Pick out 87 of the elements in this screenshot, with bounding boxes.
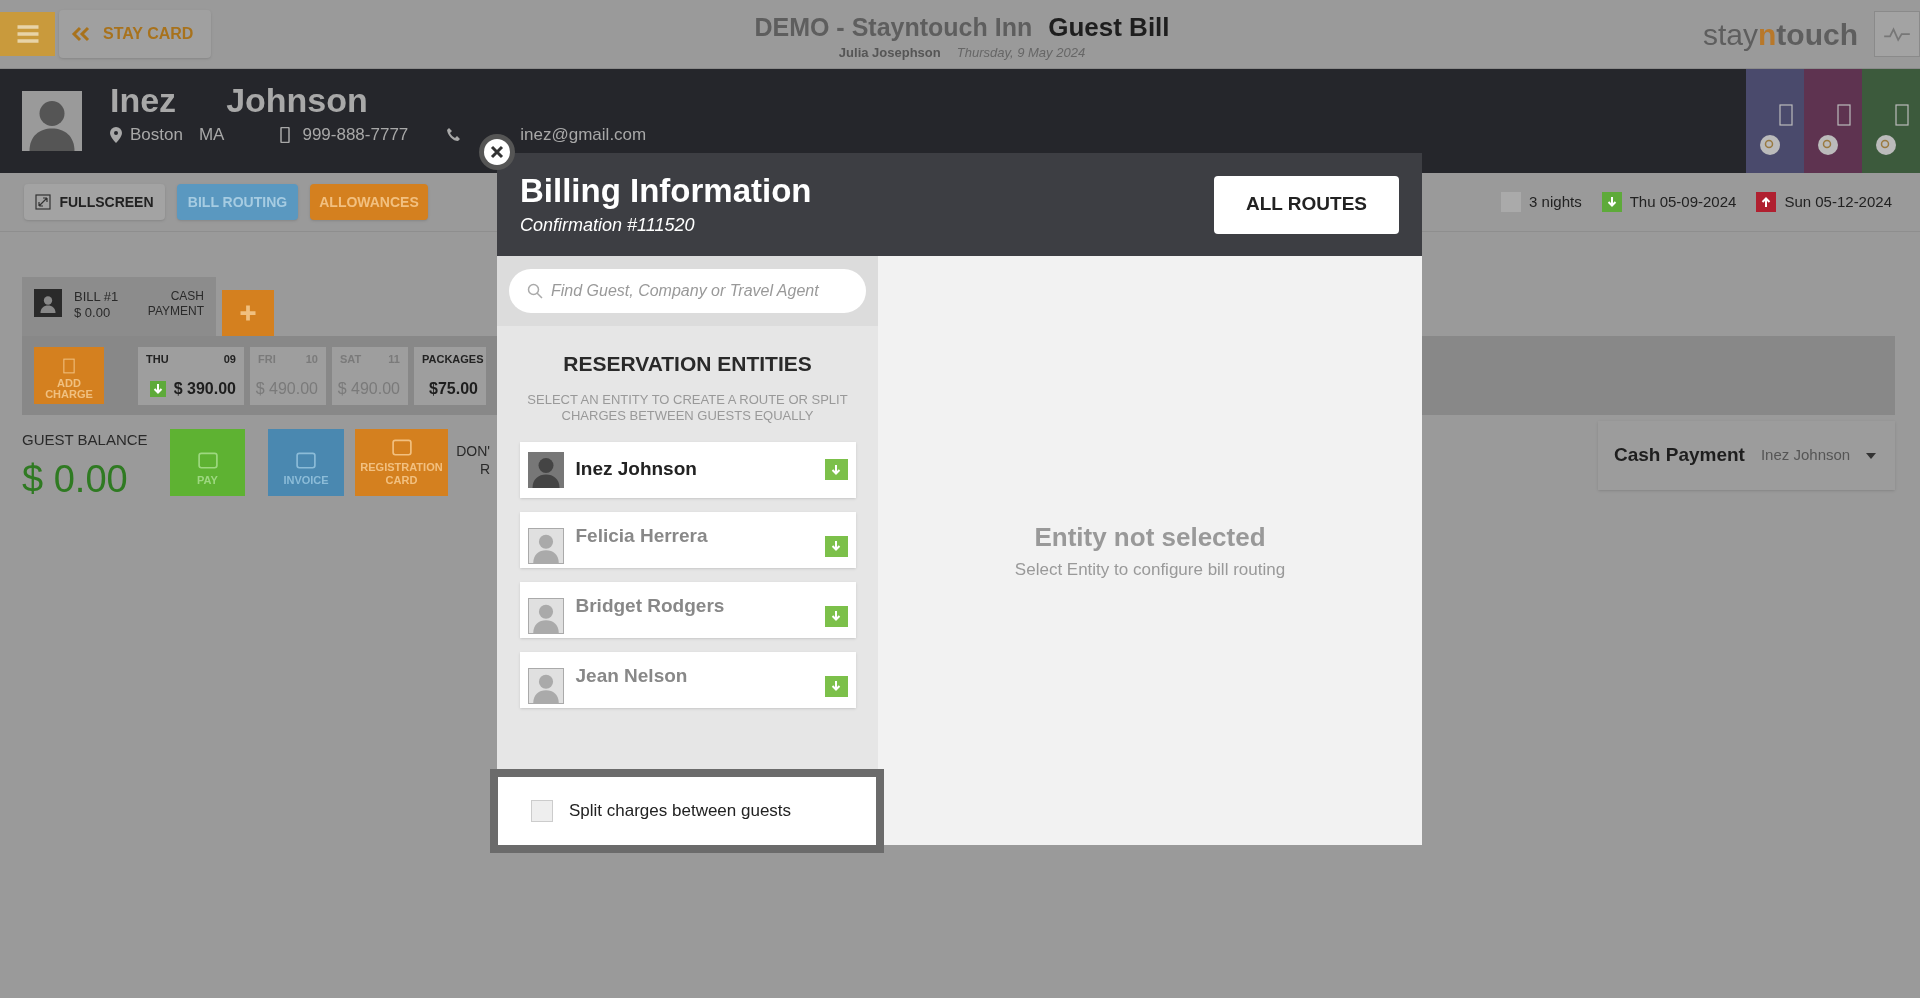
charge-amount: $ 390.00 xyxy=(173,378,236,399)
split-charges-label: Split charges between guests xyxy=(569,800,792,823)
entity-name: Bridget Rodgers xyxy=(575,593,725,618)
expand-icon xyxy=(35,194,52,210)
guest-last-name: Johnson xyxy=(226,80,368,121)
guest-phone: 999-888-7777 xyxy=(302,124,409,146)
departure-date: Sun 05-12-2024 xyxy=(1784,191,1892,212)
add-charge-button[interactable]: ADD CHARGE xyxy=(34,347,104,404)
page-title: Guest Bill xyxy=(1048,11,1170,44)
guest-balance-label: GUEST BALANCE xyxy=(22,430,149,450)
all-routes-button[interactable]: ALL ROUTES xyxy=(1214,175,1399,234)
dropdown-caret-icon[interactable] xyxy=(1866,452,1877,459)
pulse-icon xyxy=(1883,24,1911,44)
menu-button[interactable] xyxy=(0,12,55,56)
guest-avatar xyxy=(22,91,82,151)
day-number: 09 xyxy=(223,351,236,367)
section-hint: SELECT AN ENTITY TO CREATE A ROUTE OR SPLIT CHARGES BETWEEN GUESTS EQUALLY xyxy=(526,391,849,424)
section-title: RESERVATION ENTITIES xyxy=(563,351,812,377)
guest-state: MA xyxy=(198,124,225,146)
bill-payment-type: CASH PAYMENT xyxy=(146,289,204,319)
bill-amount: $ 0.00 xyxy=(74,305,112,322)
entity-card[interactable]: Bridget Rodgers xyxy=(519,581,856,638)
phone-icon xyxy=(446,126,463,143)
invoice-button[interactable]: INVOICE xyxy=(268,429,344,496)
route-button[interactable] xyxy=(824,605,848,627)
day-label: PACKAGES xyxy=(422,351,484,367)
day-charge-card[interactable]: PACKAGES $75.00 xyxy=(414,346,486,405)
arrival-icon xyxy=(149,380,166,397)
bill-tab[interactable]: BILL #1 $ 0.00 CASH PAYMENT xyxy=(22,277,216,336)
shortcut-tile[interactable] xyxy=(1804,69,1862,173)
plus-icon xyxy=(238,303,258,323)
close-icon xyxy=(483,138,511,166)
double-chevron-icon xyxy=(71,26,91,42)
guest-balance-amount: $ 0.00 xyxy=(22,459,129,498)
day-charge-card[interactable]: THU 09 $ 390.00 xyxy=(138,346,244,405)
down-arrow-icon xyxy=(830,610,842,622)
registration-card-button[interactable]: REGISTRATION CARD xyxy=(355,429,448,496)
allowances-button[interactable]: ALLOWANCES xyxy=(310,184,428,220)
payment-guest: Inez Johnson xyxy=(1760,445,1851,466)
entity-avatar xyxy=(527,527,564,564)
bill-number: BILL #1 xyxy=(74,289,119,306)
entity-name: Jean Nelson xyxy=(575,663,688,688)
cut-off-text: DON' xyxy=(456,443,490,461)
down-arrow-icon xyxy=(830,680,842,692)
mobile-phone-icon xyxy=(280,126,291,143)
bill-routing-button[interactable]: BILL ROUTING xyxy=(177,184,298,220)
arrival-date: Thu 05-09-2024 xyxy=(1629,191,1737,212)
logo: stayntouch xyxy=(1703,16,1858,53)
shortcut-tile[interactable] xyxy=(1746,69,1804,173)
entity-name: Felicia Herrera xyxy=(575,523,708,548)
cut-off-text: R xyxy=(479,460,490,478)
entity-card[interactable]: Inez Johnson xyxy=(519,441,856,498)
search-field[interactable]: Find Guest, Company or Travel Agent xyxy=(509,269,866,313)
departure-icon xyxy=(1756,192,1777,212)
nights-count: 3 nights xyxy=(1529,191,1582,212)
hotel-name: DEMO - Stayntouch Inn xyxy=(754,12,1033,43)
guest-email: inez@gmail.com xyxy=(520,124,647,146)
guest-city: Boston xyxy=(130,124,183,146)
entity-avatar xyxy=(527,451,564,488)
route-button[interactable] xyxy=(824,675,848,697)
entity-card[interactable]: Jean Nelson xyxy=(519,651,856,708)
route-button[interactable] xyxy=(824,459,848,480)
arrival-icon xyxy=(1601,192,1622,212)
activity-button[interactable] xyxy=(1874,11,1920,57)
day-label: THU xyxy=(146,351,169,367)
empty-state-title: Entity not selected xyxy=(1034,521,1266,554)
split-checkbox[interactable] xyxy=(531,800,553,822)
modal-title: Billing Information xyxy=(520,171,812,212)
entity-avatar xyxy=(527,667,564,704)
shortcut-tile[interactable] xyxy=(1862,69,1920,173)
route-button[interactable] xyxy=(824,535,848,557)
charge-amount: $75.00 xyxy=(429,378,478,399)
entity-card[interactable]: Felicia Herrera xyxy=(519,511,856,568)
down-arrow-icon xyxy=(830,463,842,476)
payment-box[interactable]: Cash Payment Inez Johnson xyxy=(1598,421,1895,490)
location-pin-icon xyxy=(110,126,122,143)
bill-avatar xyxy=(34,289,62,317)
entity-name: Inez Johnson xyxy=(575,457,697,482)
user-name: Julia Josephson xyxy=(838,44,941,62)
down-arrow-icon xyxy=(830,540,842,552)
fullscreen-button[interactable]: FULLSCREEN xyxy=(24,184,165,220)
add-bill-button[interactable] xyxy=(222,290,274,336)
payment-method: Cash Payment xyxy=(1614,443,1745,468)
entity-avatar xyxy=(527,597,564,634)
guest-first-name: Inez xyxy=(110,80,177,121)
confirmation-number: Confirmation #111520 xyxy=(520,213,696,237)
empty-state-hint: Select Entity to configure bill routing xyxy=(1014,559,1286,581)
